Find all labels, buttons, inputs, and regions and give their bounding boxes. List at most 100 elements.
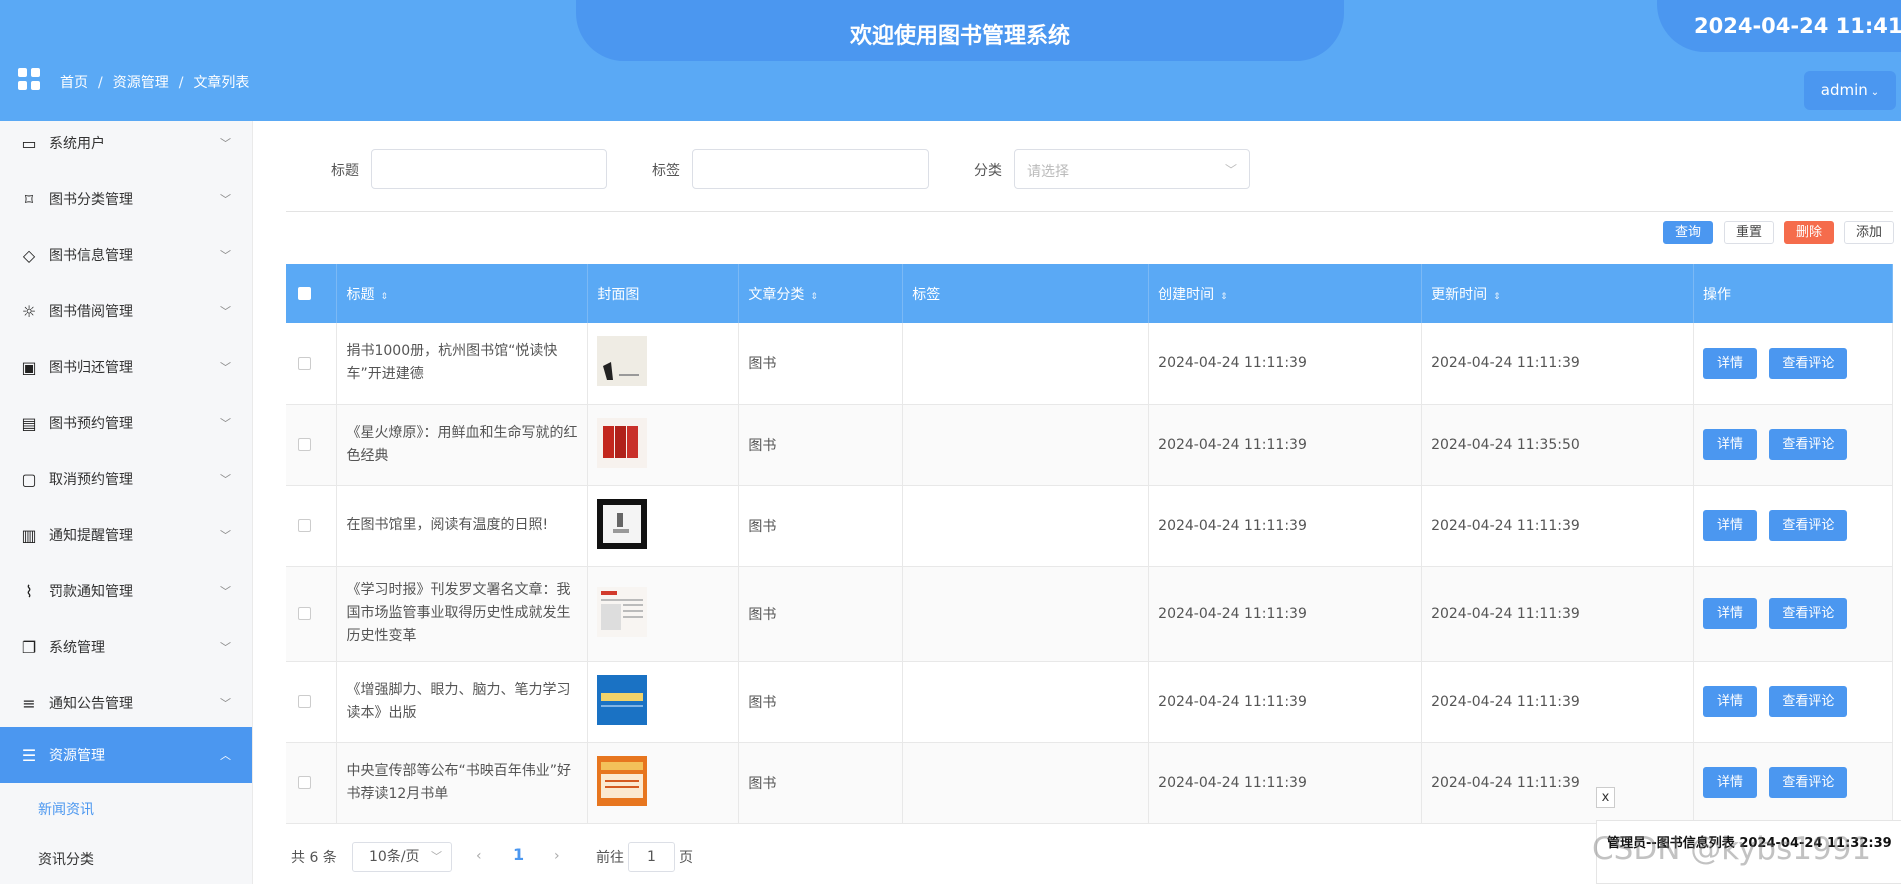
row-checkbox[interactable]	[298, 776, 311, 789]
sort-icon[interactable]: ⇕	[1493, 292, 1501, 302]
sort-icon[interactable]: ⇕	[810, 292, 818, 302]
sidebar-item-reminder[interactable]: ▥ 通知提醒管理 ﹀	[0, 507, 252, 563]
chevron-down-icon: ﹀	[220, 641, 231, 654]
row-tag	[902, 661, 1150, 743]
breadcrumb-resource[interactable]: 资源管理	[113, 75, 169, 91]
row-checkbox[interactable]	[298, 438, 311, 451]
view-comments-button[interactable]: 查看评论	[1769, 686, 1848, 717]
sidebar-subitem-news[interactable]: 新闻资讯	[38, 799, 94, 819]
sort-icon[interactable]: ⇕	[1220, 292, 1228, 302]
sidebar-item-book-info[interactable]: ◇ 图书信息管理 ﹀	[0, 227, 252, 283]
page-size-value: 10条/页	[369, 849, 420, 865]
select-all-checkbox[interactable]	[298, 287, 311, 300]
column-header-actions: 操作	[1693, 264, 1894, 323]
sidebar-item-resources[interactable]: ☰ 资源管理 ︿	[0, 727, 252, 783]
row-created: 2024-04-24 11:11:39	[1148, 742, 1423, 824]
menu-grid-icon[interactable]	[18, 68, 40, 90]
tag-filter-input[interactable]	[692, 149, 929, 189]
detail-button[interactable]: 详情	[1702, 347, 1757, 379]
detail-button[interactable]: 详情	[1702, 767, 1757, 798]
table-header-row: 标题 ⇕ 封面图 文章分类 ⇕ 标签 创建时间 ⇕ 更新时间 ⇕ 操作	[286, 264, 1894, 323]
page-size-select[interactable]: 10条/页 ﹀	[352, 842, 452, 872]
sidebar-item-fine[interactable]: ⌇ 罚款通知管理 ﹀	[0, 563, 252, 619]
column-header-created[interactable]: 创建时间 ⇕	[1148, 264, 1423, 323]
list-icon: ☰	[21, 745, 37, 765]
column-header-title[interactable]: 标题 ⇕	[336, 264, 589, 323]
reset-button[interactable]: 重置	[1724, 221, 1774, 244]
prev-page-icon[interactable]: ‹	[476, 848, 482, 864]
cover-image	[597, 417, 648, 468]
table-row: 在图书馆里，阅读有温度的日照! 图书 2024-04-24 11:11:39 2…	[286, 485, 1894, 567]
bookmark-icon: ⌑	[24, 189, 34, 209]
delete-button[interactable]: 删除	[1784, 221, 1834, 244]
table-row: 《增强脚力、眼力、脑力、笔力学习读本》出版 图书 2024-04-24 11:1…	[286, 661, 1894, 743]
sidebar-item-borrow[interactable]: ☼ 图书借阅管理 ﹀	[0, 283, 252, 339]
paperclip-icon: ⌇	[25, 581, 33, 601]
view-comments-button[interactable]: 查看评论	[1769, 598, 1848, 629]
admin-menu-button[interactable]: admin ⌄	[1804, 71, 1896, 110]
sort-icon[interactable]: ⇕	[380, 292, 388, 302]
chat-icon: ▢	[21, 469, 37, 489]
sidebar-item-label: 系统管理	[49, 640, 105, 656]
sidebar-subitem-news-category[interactable]: 资讯分类	[38, 849, 94, 869]
row-updated: 2024-04-24 11:11:39	[1421, 566, 1694, 662]
breadcrumb-home[interactable]: 首页	[60, 75, 88, 91]
sidebar-item-return[interactable]: ▣ 图书归还管理 ﹀	[0, 339, 252, 395]
chevron-down-icon: ﹀	[220, 305, 231, 318]
row-actions: 详情 查看评论	[1693, 485, 1894, 567]
row-title: 捐书1000册，杭州图书馆“悦读快车”开进建德	[346, 343, 558, 383]
query-button[interactable]: 查询	[1663, 221, 1713, 244]
sidebar-item-label: 通知公告管理	[49, 696, 133, 712]
sidebar-item-system-users[interactable]: ▭ 系统用户 ﹀	[0, 121, 252, 171]
cover-image	[597, 755, 648, 806]
cover-image	[597, 498, 648, 549]
archive-icon: ▥	[21, 525, 37, 545]
detail-button[interactable]: 详情	[1702, 686, 1757, 717]
column-header-category[interactable]: 文章分类 ⇕	[738, 264, 904, 323]
column-header-updated[interactable]: 更新时间 ⇕	[1421, 264, 1694, 323]
chevron-up-icon: ︿	[220, 749, 231, 762]
row-actions: 详情 查看评论	[1693, 566, 1894, 662]
row-tag	[902, 323, 1150, 405]
category-select[interactable]: 请选择 ﹀	[1014, 149, 1250, 189]
column-header-cover: 封面图	[587, 264, 740, 323]
row-checkbox[interactable]	[298, 519, 311, 532]
next-page-icon[interactable]: ›	[554, 848, 560, 864]
toast-close-button[interactable]: x	[1596, 787, 1615, 808]
row-tag	[902, 742, 1150, 824]
title-filter-input[interactable]	[371, 149, 607, 189]
sliders-icon: ≡	[22, 693, 36, 713]
row-checkbox[interactable]	[298, 695, 311, 708]
row-category: 图书	[738, 485, 904, 567]
row-checkbox[interactable]	[298, 356, 311, 370]
detail-button[interactable]: 详情	[1702, 510, 1757, 541]
add-button[interactable]: 添加	[1844, 221, 1894, 244]
total-count: 共 6 条	[291, 850, 337, 866]
sidebar-item-label: 通知提醒管理	[49, 528, 133, 544]
sidebar-item-book-category[interactable]: ⌑ 图书分类管理 ﹀	[0, 171, 252, 227]
detail-button[interactable]: 详情	[1702, 598, 1757, 629]
sidebar-item-reservation[interactable]: ▤ 图书预约管理 ﹀	[0, 395, 252, 451]
sidebar-item-cancel-reservation[interactable]: ▢ 取消预约管理 ﹀	[0, 451, 252, 507]
sidebar-item-announcement[interactable]: ≡ 通知公告管理 ﹀	[0, 675, 252, 731]
chevron-down-icon: ﹀	[220, 697, 231, 710]
goto-page-input[interactable]: 1	[628, 842, 675, 872]
row-category: 图书	[738, 661, 904, 743]
sun-icon: ☼	[21, 301, 37, 321]
detail-button[interactable]: 详情	[1702, 429, 1757, 460]
current-page[interactable]: 1	[513, 845, 524, 864]
view-comments-button[interactable]: 查看评论	[1769, 510, 1848, 541]
sidebar-item-system[interactable]: ❐ 系统管理 ﹀	[0, 619, 252, 675]
clipboard-check-icon: ▤	[21, 413, 37, 433]
row-checkbox[interactable]	[298, 607, 311, 620]
tag-icon: ◇	[22, 245, 36, 265]
row-title: 《学习时报》刊发罗文署名文章：我国市场监管事业取得历史性成就发生历史性变革	[346, 582, 571, 644]
view-comments-button[interactable]: 查看评论	[1769, 767, 1848, 798]
select-all-cell	[286, 264, 338, 323]
chevron-down-icon: ⌄	[1870, 87, 1880, 98]
view-comments-button[interactable]: 查看评论	[1769, 429, 1848, 460]
row-title: 在图书馆里，阅读有温度的日照!	[346, 517, 549, 533]
copy-icon: ❐	[21, 637, 37, 657]
view-comments-button[interactable]: 查看评论	[1769, 347, 1848, 379]
row-category: 图书	[738, 566, 904, 662]
